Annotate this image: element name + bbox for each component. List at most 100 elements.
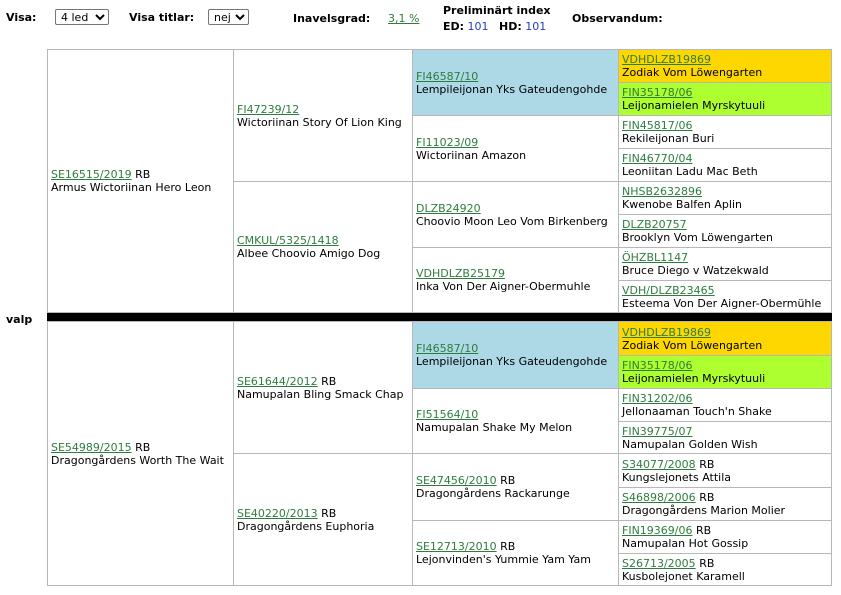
ddd-name: Lejonvinden's Yummie Yam Yam [416,553,591,566]
sd-reg-link[interactable]: CMKUL/5325/1418 [237,234,339,247]
visa-titlar-select[interactable]: nej [208,9,249,25]
ed-label: ED: [443,20,465,33]
inavelsgrad-label: Inavelsgrad: [293,12,371,25]
sddd-name: Esteema Von Der Aigner-Obermühle [622,296,822,310]
sd-name: Albee Choovio Amigo Dog [237,247,381,260]
ssds-cell: FIN45817/06 Rekileijonan Buri [618,115,832,149]
ddsd-name: Dragongårdens Marion Molier [622,504,786,517]
valp-separator-bar [47,313,832,321]
dsd-cell: FI51564/10 Namupalan Shake My Melon [412,388,619,454]
ddds-suffix: RB [696,524,712,537]
dsds-reg-link[interactable]: FIN31202/06 [622,392,693,405]
dsds-cell: FIN31202/06 Jellonaaman Touch'n Shake [618,388,832,422]
ddss-cell: S34077/2008 RB Kungslejonets Attila [618,453,832,488]
dsd-name: Namupalan Shake My Melon [416,421,573,434]
ss-cell: FI47239/12 Wictoriinan Story Of Lion Kin… [233,49,413,182]
visa-titlar-label: Visa titlar: [129,11,195,24]
sds-cell: DLZB24920 Choovio Moon Leo Vom Birkenber… [412,181,619,248]
dsss-reg-link[interactable]: VDHDLZB19869 [622,326,711,339]
dsdd-reg-link[interactable]: FIN39775/07 [622,425,693,438]
dd-name: Dragongårdens Euphoria [237,519,375,533]
sdsd-reg-link[interactable]: DLZB20757 [622,218,687,231]
dddd-suffix: RB [699,556,715,570]
sds-name: Choovio Moon Leo Vom Birkenberg [416,214,608,228]
visa-generations-select[interactable]: 4 led [55,9,109,25]
ddds-name: Namupalan Hot Gossip [622,537,749,550]
dsdd-name: Namupalan Golden Wish [622,437,758,451]
sire-suffix: RB [135,168,151,181]
valp-label: valp [6,313,33,326]
ssss-cell: VDHDLZB19869 Zodiak Vom Löwengarten [618,49,832,83]
sire-reg-link[interactable]: SE16515/2019 [51,168,132,181]
observandum-label: Observandum: [572,12,663,25]
ssss-reg-link[interactable]: VDHDLZB19869 [622,53,711,66]
sdd-name: Inka Von Der Aigner-Obermuhle [416,280,591,293]
sssd-name: Leijonamielen Myrskytuuli [622,99,766,112]
ssd-name: Wictoriinan Amazon [416,148,527,162]
dam-reg-link[interactable]: SE54989/2015 [51,441,132,454]
dddd-reg-link[interactable]: S26713/2005 [622,557,696,570]
ddss-reg-link[interactable]: S34077/2008 [622,458,696,471]
sddd-reg-link[interactable]: VDH/DLZB23465 [622,284,715,297]
dds-name: Dragongårdens Rackarunge [416,487,570,500]
dssd-reg-link[interactable]: FIN35178/06 [622,359,693,372]
dd-cell: SE40220/2013 RB Dragongårdens Euphoria [233,453,413,586]
dsdd-cell: FIN39775/07 Namupalan Golden Wish [618,421,832,454]
ds-name: Namupalan Bling Smack Chap [237,387,404,401]
ed-value: 101 [467,20,489,33]
preliminary-index-label: Preliminärt index [443,4,551,17]
dss-cell: FI46587/10 Lempileijonan Yks Gateudengoh… [412,321,619,389]
sdds-name: Bruce Diego v Watzekwald [622,264,769,277]
dsds-name: Jellonaaman Touch'n Shake [622,405,772,418]
ddds-reg-link[interactable]: FIN19369/06 [622,524,693,537]
ssdd-name: Leoniitan Ladu Mac Beth [622,165,758,178]
visa-label: Visa: [6,11,37,24]
dsss-name: Zodiak Vom Löwengarten [622,338,763,352]
dss-name: Lempileijonan Yks Gateudengohde [416,355,608,368]
ssds-reg-link[interactable]: FIN45817/06 [622,119,693,132]
sssd-reg-link[interactable]: FIN35178/06 [622,86,693,99]
ssds-name: Rekileijonan Buri [622,132,715,145]
dds-suffix: RB [500,474,516,487]
sire-name: Armus Wictoriinan Hero Leon [51,181,212,194]
ssss-name: Zodiak Vom Löwengarten [622,66,763,79]
sdd-reg-link[interactable]: VDHDLZB25179 [416,267,505,280]
sdsd-cell: DLZB20757 Brooklyn Vom Löwengarten [618,214,832,248]
ssdd-cell: FIN46770/04 Leoniitan Ladu Mac Beth [618,148,832,182]
sss-cell: FI46587/10 Lempileijonan Yks Gateudengoh… [412,49,619,116]
ddd-cell: SE12713/2010 RB Lejonvinden's Yummie Yam… [412,520,619,586]
sdsd-name: Brooklyn Vom Löwengarten [622,231,774,244]
dd-suffix: RB [321,506,337,520]
ssdd-reg-link[interactable]: FIN46770/04 [622,152,693,165]
sss-name: Lempileijonan Yks Gateudengohde [416,82,608,96]
sds-reg-link[interactable]: DLZB24920 [416,202,481,215]
ddd-suffix: RB [500,540,516,553]
ssd-cell: FI11023/09 Wictoriinan Amazon [412,115,619,182]
dsd-reg-link[interactable]: FI51564/10 [416,408,478,421]
sdss-cell: NHSB2632896 Kwenobe Balfen Aplin [618,181,832,215]
ssd-reg-link[interactable]: FI11023/09 [416,136,478,149]
sddd-cell: VDH/DLZB23465 Esteema Von Der Aigner-Obe… [618,280,832,313]
dd-reg-link[interactable]: SE40220/2013 [237,507,318,520]
preliminary-index-values: ED: 101 HD: 101 [443,20,546,33]
dds-reg-link[interactable]: SE47456/2010 [416,474,497,487]
sdds-reg-link[interactable]: ÖHZBL1147 [622,251,688,264]
ds-suffix: RB [321,374,337,388]
sdd-cell: VDHDLZB25179 Inka Von Der Aigner-Obermuh… [412,247,619,313]
dam-suffix: RB [135,440,151,454]
ds-reg-link[interactable]: SE61644/2012 [237,375,318,388]
ddd-reg-link[interactable]: SE12713/2010 [416,540,497,553]
inavelsgrad-link[interactable]: 3,1 % [388,12,419,25]
sdss-reg-link[interactable]: NHSB2632896 [622,185,702,198]
ddss-suffix: RB [699,457,715,471]
ddsd-reg-link[interactable]: S46898/2006 [622,491,696,504]
sss-reg-link[interactable]: FI46587/10 [416,70,478,83]
dss-reg-link[interactable]: FI46587/10 [416,342,478,355]
dddd-cell: S26713/2005 RB Kusbolejonet Karamell [618,553,832,586]
ss-reg-link[interactable]: FI47239/12 [237,103,299,116]
ddsd-cell: S46898/2006 RB Dragongårdens Marion Moli… [618,487,832,521]
hd-label: HD: [499,20,522,33]
dsss-cell: VDHDLZB19869 Zodiak Vom Löwengarten [618,321,832,356]
sssd-cell: FIN35178/06 Leijonamielen Myrskytuuli [618,82,832,116]
dddd-name: Kusbolejonet Karamell [622,569,745,583]
